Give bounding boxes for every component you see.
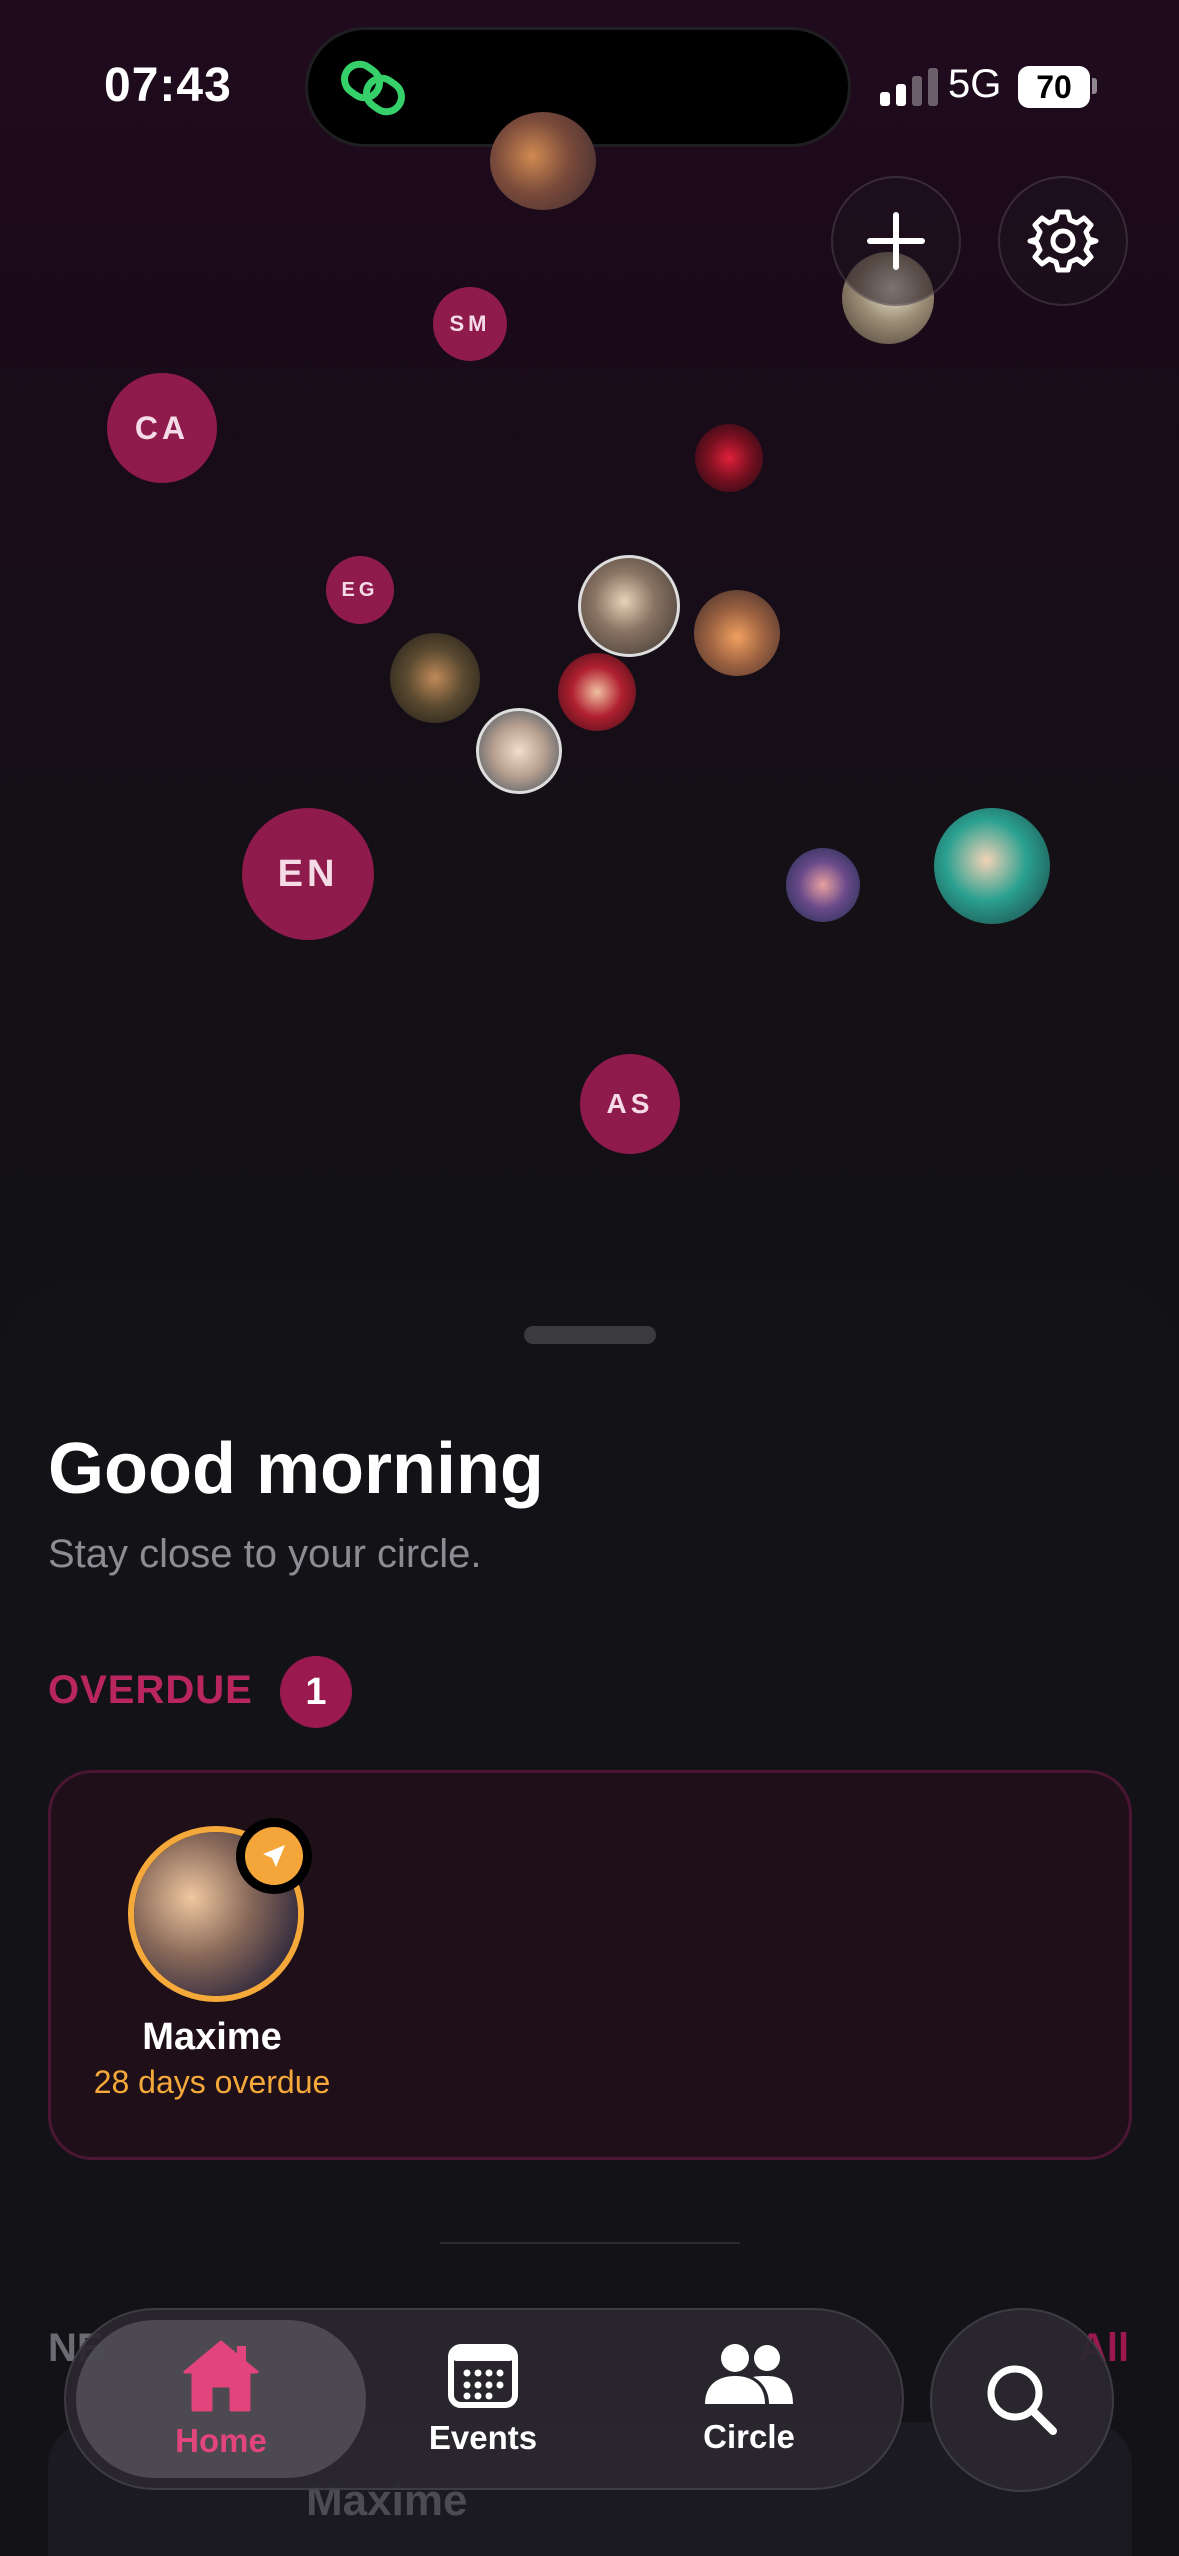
contact-photo-bubble[interactable] xyxy=(934,808,1050,924)
status-time: 07:43 xyxy=(104,59,232,112)
calendar-icon xyxy=(448,2344,518,2408)
contact-photo-bubble[interactable] xyxy=(490,112,596,210)
contact-photo-bubble[interactable] xyxy=(476,708,562,794)
sheet-handle[interactable] xyxy=(524,1326,656,1344)
contact-bubble-sm[interactable]: SM xyxy=(433,287,507,361)
send-icon xyxy=(263,1845,285,1867)
greeting-subtitle: Stay close to your circle. xyxy=(48,1532,482,1576)
tab-events[interactable]: Events xyxy=(378,2320,588,2478)
overdue-contact-status: 28 days overdue xyxy=(93,2064,331,2100)
contact-bubble-eg[interactable]: EG xyxy=(326,556,394,624)
overdue-count-badge: 1 xyxy=(280,1656,352,1728)
overdue-contact-name[interactable]: Maxime xyxy=(60,2016,364,2059)
contact-photo-bubble[interactable] xyxy=(694,590,780,676)
tab-home-label: Home xyxy=(175,2422,267,2459)
people-icon xyxy=(705,2344,793,2404)
contact-photo-bubble[interactable] xyxy=(695,424,763,492)
contact-bubble-as[interactable]: AS xyxy=(580,1054,680,1154)
link-icon xyxy=(338,58,410,118)
overdue-section-label: OVERDUE xyxy=(48,1668,253,1712)
greeting-title: Good morning xyxy=(48,1429,544,1509)
contact-bubble-ca[interactable]: CA xyxy=(107,373,217,483)
contact-photo-bubble[interactable] xyxy=(390,633,480,723)
add-button[interactable] xyxy=(831,176,961,306)
section-divider xyxy=(440,2242,740,2244)
contact-bubble-en[interactable]: EN xyxy=(242,808,374,940)
battery-tip xyxy=(1092,78,1097,94)
send-badge[interactable] xyxy=(236,1818,312,1894)
network-type: 5G xyxy=(948,62,1002,106)
home-icon xyxy=(183,2340,259,2412)
tab-circle-label: Circle xyxy=(703,2418,795,2455)
plus-icon xyxy=(867,212,925,270)
signal-icon xyxy=(880,68,938,106)
battery-icon: 70 xyxy=(1018,66,1090,108)
settings-button[interactable] xyxy=(998,176,1128,306)
contact-photo-bubble[interactable] xyxy=(786,848,860,922)
tab-circle[interactable]: Circle xyxy=(640,2320,858,2478)
tab-events-label: Events xyxy=(428,2419,538,2456)
tab-home[interactable]: Home xyxy=(76,2320,366,2478)
contact-photo-bubble[interactable] xyxy=(578,555,680,657)
contact-photo-bubble[interactable] xyxy=(558,653,636,731)
search-button[interactable] xyxy=(930,2308,1114,2492)
search-icon xyxy=(987,2365,1057,2435)
gear-icon xyxy=(1027,209,1099,273)
